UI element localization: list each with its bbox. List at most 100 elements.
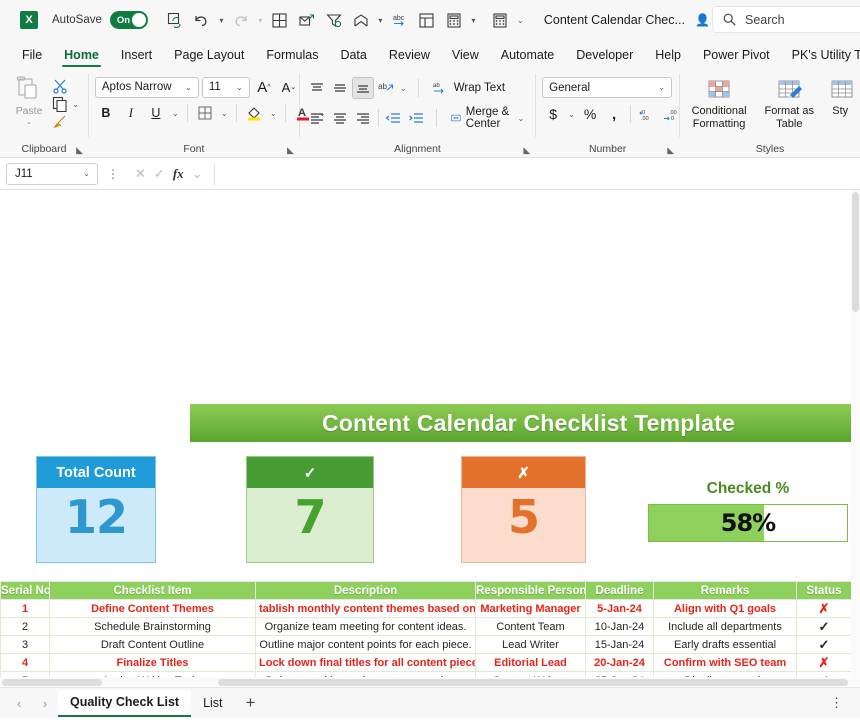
wrap-text-button[interactable]: ab Wrap Text (428, 79, 510, 97)
status-bar-more-icon[interactable]: ⋮ (830, 695, 854, 711)
paste-dropdown-icon[interactable]: ⌄ (26, 117, 33, 126)
cut-button[interactable] (52, 78, 81, 94)
calculator-icon[interactable] (441, 7, 467, 33)
merge-center-dropdown-icon[interactable]: ⌄ (518, 114, 525, 123)
table-row[interactable]: 3 Draft Content Outline Outline major cont… (0, 635, 852, 654)
cell-status[interactable]: ✗ (796, 599, 852, 618)
cell-checklist-item[interactable]: Define Content Themes (49, 599, 256, 618)
tab-insert[interactable]: Insert (111, 46, 162, 68)
font-size-select[interactable]: 11 ⌄ (201, 76, 250, 98)
cell-description[interactable]: Outline major content points for each pi… (255, 635, 476, 654)
formula-input[interactable] (213, 162, 854, 185)
orientation-button[interactable]: ab (375, 77, 397, 99)
cell-remarks[interactable]: Early drafts essential (653, 635, 797, 654)
column-header-remarks[interactable]: Remarks (653, 581, 797, 600)
tab-developer[interactable]: Developer (566, 46, 643, 68)
sheet-tab-quality-check-list[interactable]: Quality Check List (58, 689, 192, 717)
email-icon[interactable] (294, 7, 320, 33)
paste-button[interactable]: Paste ⌄ (6, 72, 52, 126)
cell-remarks[interactable]: Confirm with SEO team (653, 653, 797, 672)
orientation-dropdown-icon[interactable]: ⌄ (398, 84, 409, 93)
ribbon-display-icon[interactable] (487, 7, 513, 33)
copy-button[interactable]: ⌄ (52, 96, 81, 112)
cell-serial-no[interactable]: 3 (0, 635, 50, 654)
cell-responsible-person[interactable]: Content Team (475, 617, 586, 636)
cell-description[interactable]: tablish monthly content themes based on … (255, 599, 476, 618)
column-header-responsible-person[interactable]: Responsible Person (475, 581, 586, 600)
refresh-all-icon[interactable] (162, 7, 188, 33)
share-icon[interactable] (348, 7, 374, 33)
align-right-button[interactable] (352, 107, 374, 129)
share-dropdown-icon[interactable]: ▾ (375, 16, 386, 25)
horizontal-scrollbar-thumb[interactable] (218, 679, 848, 686)
document-title[interactable]: Content Calendar Chec... (544, 13, 685, 27)
cell-responsible-person[interactable]: Lead Writer (475, 635, 586, 654)
cell-status[interactable]: ✗ (796, 653, 852, 672)
align-top-button[interactable] (306, 77, 328, 99)
qat-more-icon[interactable]: ▾ (468, 16, 479, 25)
accounting-format-button[interactable]: $ (542, 103, 564, 125)
comma-style-button[interactable]: , (603, 103, 625, 125)
cell-remarks[interactable]: Include all departments (653, 617, 797, 636)
tab-power-pivot[interactable]: Power Pivot (693, 46, 780, 68)
undo-icon[interactable] (189, 7, 215, 33)
format-as-table-button[interactable]: Format as Table (756, 76, 822, 131)
font-dialog-launcher-icon[interactable]: ◣ (287, 145, 294, 156)
italic-button[interactable]: I (120, 102, 142, 124)
search-input[interactable]: Search (712, 6, 860, 33)
underline-button[interactable]: U (145, 102, 167, 124)
tab-view[interactable]: View (442, 46, 489, 68)
name-box-more-icon[interactable]: ⋮ (102, 167, 124, 181)
alignment-dialog-launcher-icon[interactable]: ◣ (523, 145, 530, 156)
number-format-select[interactable]: General ⌄ (542, 77, 673, 98)
increase-decimal-button[interactable]: .00 0 (660, 103, 682, 125)
tab-page-layout[interactable]: Page Layout (164, 46, 254, 68)
cell-deadline[interactable]: 20-Jan-24 (585, 653, 654, 672)
increase-indent-button[interactable] (405, 107, 427, 129)
cell-deadline[interactable]: 5-Jan-24 (585, 599, 654, 618)
previous-sheet-icon[interactable]: ‹ (6, 691, 32, 715)
accounting-dropdown-icon[interactable]: ⌄ (566, 110, 577, 119)
number-dialog-launcher-icon[interactable]: ◣ (667, 145, 674, 156)
borders-icon[interactable] (267, 7, 293, 33)
horizontal-scrollbar-thumb-left[interactable] (2, 679, 102, 686)
cell-checklist-item[interactable]: Schedule Brainstorming (49, 617, 256, 636)
percent-style-button[interactable]: % (579, 103, 601, 125)
clipboard-dialog-launcher-icon[interactable]: ◣ (76, 145, 83, 156)
spelling-icon[interactable]: abc (387, 7, 413, 33)
borders-dropdown-icon[interactable]: ⌄ (219, 109, 230, 118)
tab-pk-utility-tool[interactable]: PK's Utility Tool V3.0 (782, 46, 860, 68)
align-bottom-button[interactable] (351, 77, 374, 99)
decrease-font-size-button[interactable]: A ⌄ (278, 76, 300, 98)
cell-remarks[interactable]: Align with Q1 goals (653, 599, 797, 618)
decrease-decimal-button[interactable]: 0 .00 (636, 103, 658, 125)
column-header-status[interactable]: Status (796, 581, 852, 600)
name-box[interactable]: J11 ⌄ (6, 162, 98, 185)
cell-serial-no[interactable]: 4 (0, 653, 50, 672)
vertical-scrollbar-thumb[interactable] (852, 192, 859, 312)
column-header-description[interactable]: Description (255, 581, 476, 600)
column-header-checklist-item[interactable]: Checklist Item (49, 581, 256, 600)
merge-center-button[interactable]: Merge & Center ⌄ (446, 104, 529, 132)
cell-deadline[interactable]: 15-Jan-24 (585, 635, 654, 654)
tab-automate[interactable]: Automate (491, 46, 565, 68)
cancel-icon[interactable]: ✕ (135, 166, 146, 182)
borders-button[interactable] (194, 102, 216, 124)
cell-styles-button[interactable]: Sty (826, 76, 854, 118)
table-row[interactable]: 4 Finalize Titles Lock down final titles f… (0, 653, 852, 672)
cell-serial-no[interactable]: 1 (0, 599, 50, 618)
cell-responsible-person[interactable]: Editorial Lead (475, 653, 586, 672)
column-header-serial-no[interactable]: Serial No. (0, 581, 50, 600)
bold-button[interactable]: B (95, 102, 117, 124)
fill-color-button[interactable] (243, 102, 265, 124)
tab-file[interactable]: File (12, 46, 52, 68)
autosave-toggle[interactable]: On (109, 11, 148, 29)
cell-description[interactable]: Lock down final titles for all content p… (255, 653, 476, 672)
cell-description[interactable]: Organize team meeting for content ideas. (255, 617, 476, 636)
add-sheet-button[interactable]: + (235, 691, 267, 715)
cell-deadline[interactable]: 10-Jan-24 (585, 617, 654, 636)
enter-icon[interactable]: ✓ (154, 166, 165, 182)
tab-help[interactable]: Help (645, 46, 691, 68)
copy-dropdown-icon[interactable]: ⌄ (70, 100, 81, 109)
horizontal-scrollbar[interactable] (0, 677, 851, 687)
